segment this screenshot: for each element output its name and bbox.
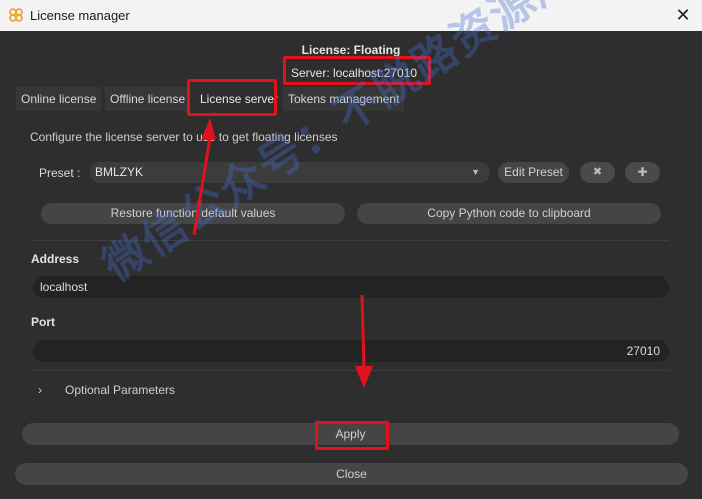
app-logo-icon (9, 8, 23, 22)
tab-online-license[interactable]: Online license (16, 87, 102, 111)
address-input[interactable]: localhost (33, 276, 669, 298)
server-label: Server: localhost:27010 (291, 66, 418, 80)
title-bar: License manager ✕ (0, 0, 702, 32)
license-type-label: License: Floating (301, 43, 401, 57)
tab-tokens-management[interactable]: Tokens management (283, 87, 405, 111)
preset-value: BMLZYK (95, 165, 144, 179)
preset-label: Preset : (39, 166, 81, 180)
tab-license-server[interactable]: License server (195, 87, 284, 111)
port-input[interactable]: 27010 (33, 340, 669, 362)
close-button[interactable]: Close (15, 463, 688, 485)
edit-preset-button[interactable]: Edit Preset (498, 162, 569, 183)
copy-python-button[interactable]: Copy Python code to clipboard (357, 203, 661, 224)
optional-parameters-toggle[interactable]: Optional Parameters (65, 383, 175, 397)
divider (31, 240, 669, 241)
add-preset-icon[interactable]: ✚ (625, 162, 660, 183)
port-label: Port (31, 315, 55, 329)
restore-defaults-button[interactable]: Restore function default values (41, 203, 345, 224)
preset-dropdown[interactable]: BMLZYK ▼ (90, 162, 490, 183)
delete-preset-icon[interactable]: ✖ (580, 162, 615, 183)
apply-button[interactable]: Apply (22, 423, 679, 445)
address-label: Address (31, 252, 80, 266)
chevron-down-icon: ▼ (471, 167, 480, 177)
window-title: License manager (30, 8, 130, 23)
server-description: Configure the license server to use to g… (30, 130, 338, 144)
close-window-icon[interactable]: ✕ (672, 5, 694, 25)
tab-offline-license[interactable]: Offline license (105, 87, 191, 111)
divider (31, 370, 669, 371)
chevron-right-icon[interactable]: › (38, 383, 42, 397)
